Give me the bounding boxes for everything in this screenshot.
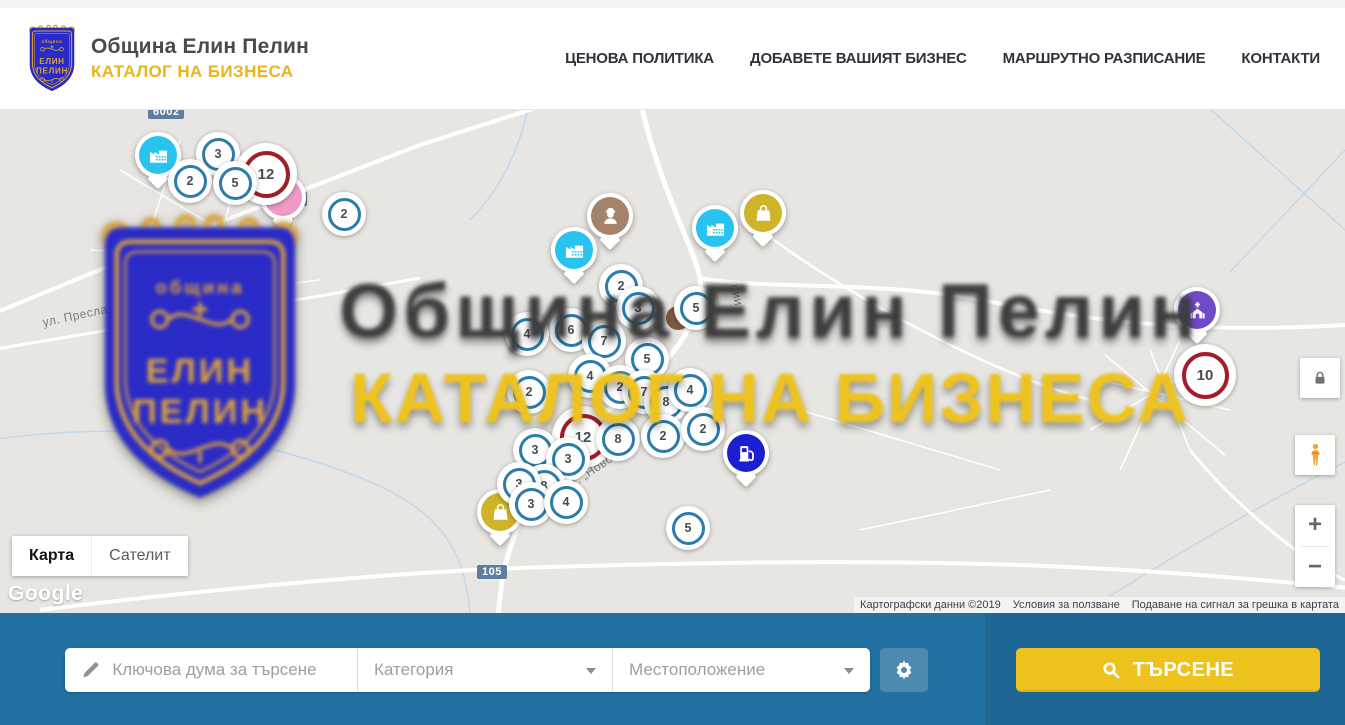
brand-title: Община Елин Пелин <box>91 35 309 59</box>
svg-text:община: община <box>42 39 63 44</box>
search-button[interactable]: ТЪРСЕНЕ <box>1016 648 1320 692</box>
main-nav: ЦЕНОВА ПОЛИТИКА ДОБАВЕТЕ ВАШИЯТ БИЗНЕС МАР… <box>565 50 1320 67</box>
fuel-pump-icon <box>736 443 757 464</box>
pegman-icon <box>1307 442 1324 469</box>
map-cluster-marker[interactable]: 2 <box>641 414 685 458</box>
svg-text:ЕЛИН: ЕЛИН <box>39 57 64 66</box>
municipality-crest-icon: община ЕЛИН ПЕЛИН <box>25 19 79 99</box>
keyword-field <box>65 648 357 692</box>
svg-text:ПЕЛИН: ПЕЛИН <box>36 66 68 75</box>
gear-icon <box>893 659 915 681</box>
pencil-icon <box>81 659 100 681</box>
map-type-button-satellite[interactable]: Сателит <box>91 536 187 576</box>
factory-marker[interactable] <box>551 227 597 273</box>
search-icon <box>1102 661 1121 680</box>
search-settings-button[interactable] <box>880 648 928 692</box>
map-cluster-marker[interactable]: 2 <box>681 407 725 451</box>
page: община ЕЛИН ПЕЛИН Община Елин Пелин КАТА… <box>0 0 1345 725</box>
search-fields-group: Категория Местоположение <box>65 648 870 692</box>
map-type-control: Карта Сателит <box>12 536 188 576</box>
brand-logo[interactable]: община ЕЛИН ПЕЛИН Община Елин Пелин КАТА… <box>25 19 309 99</box>
map-cluster-marker[interactable]: 5 <box>674 286 718 330</box>
road-shield: 105 <box>477 565 507 579</box>
map-cluster-marker[interactable]: 4 <box>544 480 588 524</box>
map-cluster-marker[interactable]: 8 <box>596 417 640 461</box>
map-cluster-marker[interactable]: 2 <box>322 192 366 236</box>
factory-icon <box>705 218 726 239</box>
map-cluster-marker[interactable]: 5 <box>666 506 710 550</box>
factory-icon <box>564 240 585 261</box>
map-type-button-map[interactable]: Карта <box>12 536 91 576</box>
map-cluster-marker[interactable]: 4 <box>668 368 712 412</box>
zoom-control: + − <box>1295 505 1335 587</box>
map-canvas[interactable]: ул. Преславбул. „Новоселции 60021053 312… <box>0 110 1345 613</box>
map-cluster-marker[interactable]: 10 <box>1174 344 1236 406</box>
location-select-value: Местоположение <box>629 660 765 680</box>
location-select[interactable]: Местоположение <box>612 648 870 692</box>
chevron-down-icon <box>586 668 596 674</box>
church-marker[interactable] <box>1174 287 1220 333</box>
factory-icon <box>148 145 169 166</box>
keyword-input[interactable] <box>112 660 341 680</box>
chevron-down-icon <box>844 668 854 674</box>
attribution-item[interactable]: Подаване на сигнал за грешка в картата <box>1126 597 1345 613</box>
nav-item-pricing[interactable]: ЦЕНОВА ПОЛИТИКА <box>565 50 714 67</box>
search-button-label: ТЪРСЕНЕ <box>1133 659 1235 682</box>
top-strip <box>0 0 1345 8</box>
fuel-marker[interactable] <box>723 430 769 476</box>
map-cluster-marker[interactable]: 2 <box>168 159 212 203</box>
map-cluster-marker[interactable]: 3 <box>616 286 660 330</box>
nav-item-contacts[interactable]: КОНТАКТИ <box>1241 50 1320 67</box>
zoom-out-button[interactable]: − <box>1295 547 1335 588</box>
attribution-item[interactable]: Условия за ползване <box>1007 597 1126 613</box>
padlock-icon <box>1311 369 1329 387</box>
nav-item-transport-schedule[interactable]: МАРШРУТНО РАЗПИСАНИЕ <box>1003 50 1206 67</box>
brand-text: Община Елин Пелин КАТАЛОГ НА БИЗНЕСА <box>91 35 309 82</box>
shopping-bag-icon <box>753 203 774 224</box>
map-cluster-marker[interactable]: 2 <box>507 370 551 414</box>
pegman-control[interactable] <box>1295 435 1335 475</box>
attribution-item: Картографски данни ©2019 <box>854 597 1007 613</box>
map-attribution: Картографски данни ©2019Условия за ползв… <box>854 597 1345 613</box>
construction-worker-icon <box>600 206 621 227</box>
shopping-bag-icon <box>490 502 511 523</box>
header: община ЕЛИН ПЕЛИН Община Елин Пелин КАТА… <box>0 8 1345 110</box>
worker-marker[interactable] <box>587 193 633 239</box>
lock-button[interactable] <box>1300 358 1340 398</box>
nav-item-add-business[interactable]: ДОБАВЕТЕ ВАШИЯТ БИЗНЕС <box>750 50 967 67</box>
category-select-value: Категория <box>374 660 453 680</box>
bag-marker[interactable] <box>740 190 786 236</box>
brand-subtitle: КАТАЛОГ НА БИЗНЕСА <box>91 62 309 82</box>
factory-marker[interactable] <box>692 205 738 251</box>
search-bar: Категория Местоположение ТЪРСЕНЕ <box>0 613 1345 725</box>
category-select[interactable]: Категория <box>357 648 612 692</box>
road-shield: 6002 <box>148 110 184 119</box>
google-logo[interactable]: Google <box>8 582 83 606</box>
church-icon <box>1187 300 1208 321</box>
zoom-in-button[interactable]: + <box>1295 505 1335 546</box>
map-cluster-marker[interactable]: 4 <box>505 312 549 356</box>
map-cluster-marker[interactable]: 5 <box>213 161 257 205</box>
